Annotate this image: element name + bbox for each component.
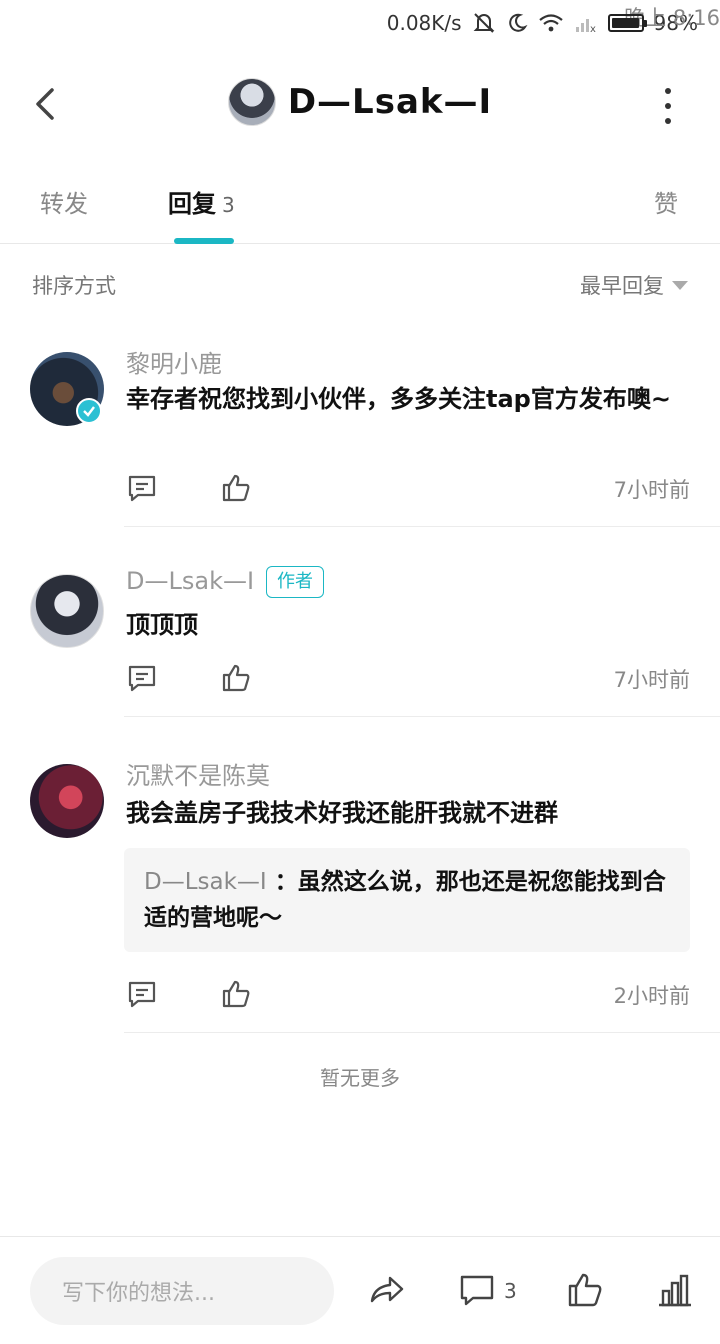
input-placeholder: 写下你的想法... — [62, 1281, 215, 1306]
comment-actions: 7小时前 — [126, 472, 690, 508]
sort-value: 最早回复 — [580, 274, 664, 298]
verified-icon — [76, 398, 102, 424]
tab-likes[interactable]: 赞 — [654, 184, 678, 219]
wifi-icon — [538, 12, 564, 34]
stats-icon[interactable] — [656, 1271, 694, 1309]
comment-author[interactable]: 黎明小鹿 — [126, 344, 222, 379]
battery-icon — [607, 14, 647, 32]
comment-author[interactable]: 沉默不是陈莫 — [126, 756, 270, 791]
caret-down-icon — [672, 280, 688, 290]
share-icon[interactable] — [368, 1271, 406, 1309]
comment-icon[interactable] — [126, 978, 158, 1010]
more-options-button[interactable] — [656, 88, 680, 124]
tab-replies[interactable]: 回复 3 — [168, 184, 235, 219]
mute-icon — [472, 12, 496, 34]
comment-actions: 7小时前 — [126, 662, 690, 698]
sort-label: 排序方式 — [32, 274, 116, 298]
divider — [124, 716, 720, 717]
divider — [124, 526, 720, 527]
divider — [124, 1032, 720, 1033]
comment-author-row: D—Lsak—I 作者 — [126, 566, 325, 598]
comment-text: 幸存者祝您找到小伙伴，多多关注tap官方发布噢~ — [126, 385, 671, 413]
sort-dropdown[interactable]: 最早回复 — [580, 270, 688, 300]
page-title: D—Lsak—I — [287, 82, 493, 122]
avatar[interactable] — [30, 764, 104, 838]
thumbs-up-icon[interactable] — [220, 978, 252, 1010]
reply-separator: ： — [266, 869, 298, 895]
comment-text: 顶顶顶 — [126, 611, 198, 639]
comment-text: 我会盖房子我技术好我还能肝我就不进群 — [126, 799, 558, 827]
comment-time: 7小时前 — [613, 478, 690, 502]
comment-time: 7小时前 — [613, 668, 690, 692]
tab-label: 回复 — [168, 190, 216, 218]
avatar[interactable] — [30, 574, 104, 648]
author-reply[interactable]: D—Lsak—I ：虽然这么说，那也还是祝您能找到合适的营地呢～ — [124, 848, 690, 952]
no-more-text: 暂无更多 — [320, 1066, 400, 1090]
avatar[interactable] — [227, 78, 276, 126]
svg-text:x: x — [590, 24, 596, 34]
reply-author[interactable]: D—Lsak—I — [144, 869, 267, 895]
comment-icon[interactable] — [126, 662, 158, 694]
comment-actions: 2小时前 — [126, 978, 690, 1014]
comment-count: 3 — [504, 1279, 517, 1303]
more-dot-icon — [665, 103, 671, 109]
tab-bar: 转发 回复 3 赞 — [0, 170, 720, 244]
more-dot-icon — [665, 88, 671, 94]
signal-icon: x — [574, 12, 598, 34]
bottom-bar: 写下你的想法... 3 — [0, 1236, 720, 1344]
sort-bar: 排序方式 最早回复 — [0, 262, 720, 306]
comment-input[interactable]: 写下你的想法... — [30, 1257, 334, 1325]
tab-label: 赞 — [654, 190, 678, 218]
comment-time: 2小时前 — [613, 984, 690, 1008]
thumbs-up-icon[interactable] — [220, 662, 252, 694]
more-dot-icon — [665, 118, 671, 124]
thumbs-up-icon[interactable] — [566, 1271, 604, 1309]
net-speed: 0.08K/s — [386, 11, 462, 35]
tab-label: 转发 — [40, 190, 88, 218]
thumbs-up-icon[interactable] — [220, 472, 252, 504]
comment-author[interactable]: D—Lsak—I — [126, 567, 254, 595]
status-bar: 晚上 8:16 0.08K/s x 98% — [0, 0, 720, 46]
comment-icon[interactable] — [458, 1271, 496, 1309]
comment-icon[interactable] — [126, 472, 158, 504]
tab-indicator — [174, 238, 234, 244]
title-group[interactable]: D—Lsak—I — [0, 78, 720, 126]
top-bar: D—Lsak—I — [0, 60, 720, 150]
author-badge: 作者 — [266, 566, 325, 598]
tab-reposts[interactable]: 转发 — [40, 184, 88, 219]
moon-icon — [506, 12, 528, 34]
tab-count: 3 — [222, 193, 235, 217]
